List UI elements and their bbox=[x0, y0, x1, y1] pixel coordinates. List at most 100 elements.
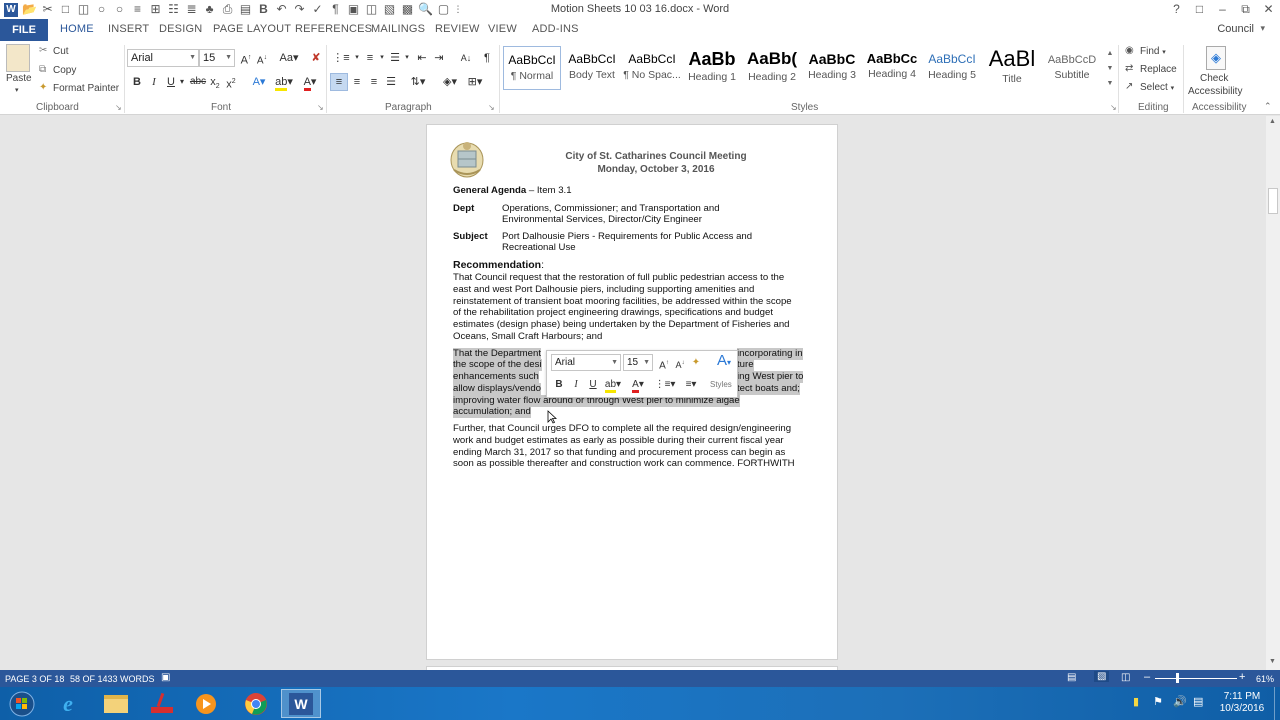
multilevel-list-icon[interactable]: ☰ bbox=[387, 50, 403, 66]
ribbon-display-icon[interactable]: □ bbox=[1188, 0, 1211, 19]
highlight-icon[interactable]: ab▾ bbox=[602, 377, 624, 393]
circle-icon[interactable]: ○ bbox=[93, 1, 110, 18]
style-title[interactable]: AaBl Title bbox=[983, 46, 1041, 90]
tab-review[interactable]: REVIEW bbox=[435, 23, 480, 35]
circle-icon[interactable]: ○ bbox=[111, 1, 128, 18]
select-button[interactable]: Select ▾ bbox=[1140, 82, 1174, 93]
selected-text-line[interactable]: enhancements such bbox=[453, 371, 539, 383]
chrome-icon[interactable] bbox=[236, 689, 276, 718]
internet-explorer-icon[interactable]: e bbox=[48, 689, 88, 718]
styles-label[interactable]: Styles bbox=[710, 380, 732, 389]
check-accessibility-label-1[interactable]: Check bbox=[1200, 73, 1228, 84]
gallery-scroll-down-icon[interactable]: ▼ bbox=[1105, 65, 1115, 72]
clipboard-paste-icon[interactable] bbox=[6, 44, 30, 72]
scrollbar-thumb[interactable] bbox=[1268, 188, 1278, 214]
tab-page-layout[interactable]: PAGE LAYOUT bbox=[213, 23, 291, 35]
cut-button[interactable]: Cut bbox=[53, 46, 69, 57]
scroll-up-icon[interactable]: ▲ bbox=[1269, 118, 1276, 125]
decrease-indent-icon[interactable]: ⇤ bbox=[414, 50, 430, 66]
mini-font-size[interactable]: 15 ▼ bbox=[623, 354, 653, 371]
page-count[interactable]: PAGE 3 OF 18 bbox=[5, 674, 64, 684]
grow-font-icon[interactable]: A↑ bbox=[238, 50, 254, 67]
bold-icon[interactable]: B bbox=[129, 74, 145, 90]
align-center-icon[interactable]: ≡ bbox=[349, 74, 365, 90]
align-left-icon[interactable]: ≡ bbox=[330, 73, 348, 91]
tab-references[interactable]: REFERENCES bbox=[295, 23, 372, 35]
mini-font-name[interactable]: Arial ▼ bbox=[551, 354, 621, 371]
document-icon[interactable]: ◫ bbox=[363, 1, 380, 18]
italic-icon[interactable]: I bbox=[146, 74, 162, 90]
find-button[interactable]: Find ▾ bbox=[1140, 46, 1166, 57]
format-painter-button[interactable]: Format Painter bbox=[53, 83, 119, 94]
open-icon[interactable]: 📂 bbox=[21, 1, 38, 18]
file-explorer-icon[interactable] bbox=[96, 689, 136, 718]
security-shield-icon[interactable]: ▮ bbox=[1133, 695, 1139, 708]
check-accessibility-label-2[interactable]: Accessibility bbox=[1188, 86, 1242, 97]
style-body-text[interactable]: AaBbCcI Body Text bbox=[563, 46, 621, 90]
style-heading-2[interactable]: AaBb( Heading 2 bbox=[743, 46, 801, 90]
word-taskbar-button[interactable]: W bbox=[281, 689, 321, 718]
align-icon[interactable]: ≣ bbox=[183, 1, 200, 18]
undo-icon[interactable]: ↶ bbox=[273, 1, 290, 18]
proofing-icon[interactable]: ▣ bbox=[161, 672, 170, 683]
line-spacing-icon[interactable]: ⇅▾ bbox=[405, 74, 431, 90]
chevron-down-icon[interactable]: ▼ bbox=[611, 355, 618, 370]
font-color-icon[interactable]: A▾ bbox=[627, 377, 649, 393]
minimize-button[interactable]: – bbox=[1211, 0, 1234, 19]
stamp-icon[interactable]: ♣ bbox=[201, 1, 218, 18]
page-icon[interactable]: ▢ bbox=[435, 1, 452, 18]
chevron-down-icon[interactable]: ▾ bbox=[403, 50, 411, 66]
restore-button[interactable]: ⧉ bbox=[1234, 0, 1257, 19]
numbering-icon[interactable]: ≡ bbox=[362, 50, 378, 66]
export-icon[interactable]: ▩ bbox=[399, 1, 416, 18]
underline-icon[interactable]: U bbox=[585, 377, 601, 393]
shrink-font-icon[interactable]: A↓ bbox=[254, 50, 270, 66]
action-center-icon[interactable]: ⚑ bbox=[1153, 695, 1163, 708]
style-heading-1[interactable]: AaBb Heading 1 bbox=[683, 46, 741, 90]
list-icon[interactable]: ≡ bbox=[129, 1, 146, 18]
chevron-down-icon[interactable]: ▾ bbox=[1162, 49, 1166, 56]
chevron-down-icon[interactable]: ▾ bbox=[1171, 85, 1175, 92]
save-icon[interactable]: ▧ bbox=[381, 1, 398, 18]
selected-text-line[interactable]: tect boats and; bbox=[737, 383, 800, 395]
selected-text-line[interactable]: ing West pier to bbox=[737, 371, 804, 383]
spelling-icon[interactable]: ✓ bbox=[309, 1, 326, 18]
print-icon[interactable]: ⎙ bbox=[219, 1, 236, 18]
text-effects-icon[interactable]: A▾ bbox=[248, 74, 270, 90]
dialog-launcher-icon[interactable]: ↘ bbox=[317, 103, 324, 112]
tab-insert[interactable]: INSERT bbox=[108, 23, 149, 35]
start-button[interactable] bbox=[2, 689, 42, 718]
gallery-scroll-up-icon[interactable]: ▲ bbox=[1105, 50, 1115, 57]
web-layout-icon[interactable]: ◫ bbox=[1121, 672, 1130, 683]
paste-button[interactable]: Paste bbox=[6, 73, 32, 84]
highlight-icon[interactable]: ab▾ bbox=[272, 74, 296, 91]
numbering-icon[interactable]: ≡▾ bbox=[679, 377, 703, 393]
selected-text-line[interactable]: That the Department bbox=[453, 348, 541, 360]
bold-icon[interactable]: B bbox=[255, 1, 272, 18]
scroll-down-icon[interactable]: ▼ bbox=[1269, 658, 1276, 665]
pilcrow-icon[interactable]: ¶ bbox=[327, 1, 344, 18]
superscript-icon[interactable]: x2 bbox=[223, 74, 239, 91]
redo-icon[interactable]: ↷ bbox=[291, 1, 308, 18]
strikethrough-icon[interactable]: abc bbox=[189, 74, 207, 90]
gallery-more-icon[interactable]: ▼ bbox=[1105, 80, 1115, 87]
selected-text-line[interactable]: the scope of the desi bbox=[453, 359, 542, 371]
close-button[interactable]: ✕ bbox=[1257, 0, 1280, 19]
chevron-down-icon[interactable]: ▾ bbox=[353, 50, 361, 66]
chevron-down-icon[interactable]: ▼ bbox=[643, 355, 650, 370]
dialog-launcher-icon[interactable]: ↘ bbox=[488, 103, 495, 112]
tab-design[interactable]: DESIGN bbox=[159, 23, 202, 35]
tab-home[interactable]: HOME bbox=[60, 23, 94, 35]
tab-mailings[interactable]: MAILINGS bbox=[371, 23, 425, 35]
tab-view[interactable]: VIEW bbox=[488, 23, 517, 35]
font-size-combo[interactable]: 15 ▼ bbox=[199, 49, 235, 67]
zoom-slider-thumb[interactable] bbox=[1176, 673, 1179, 683]
network-icon[interactable]: ▤ bbox=[1193, 695, 1203, 708]
shading-icon[interactable]: ◈▾ bbox=[439, 74, 461, 90]
collapse-ribbon-icon[interactable]: ⌃ bbox=[1264, 101, 1272, 112]
new-document-icon[interactable]: □ bbox=[57, 1, 74, 18]
font-name-combo[interactable]: Arial ▼ bbox=[127, 49, 199, 67]
chevron-down-icon[interactable]: ⋮ bbox=[453, 1, 463, 18]
table-icon[interactable]: ⊞ bbox=[147, 1, 164, 18]
print-preview-icon[interactable]: ▤ bbox=[237, 1, 254, 18]
